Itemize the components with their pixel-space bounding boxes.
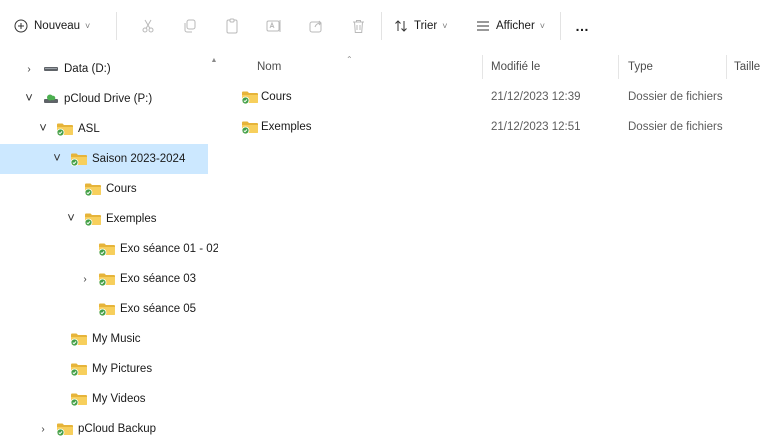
chevron-right-icon[interactable]: › — [37, 424, 49, 435]
nav-item-label: Exo séance 03 — [120, 273, 197, 285]
column-divider[interactable] — [618, 55, 619, 79]
toolbar-divider — [381, 12, 382, 40]
nav-item-label: ASL — [78, 123, 100, 135]
chevron-right-icon[interactable]: › — [79, 274, 91, 285]
file-row[interactable]: Cours 21/12/2023 12:39 Dossier de fichiers — [238, 82, 783, 112]
plus-circle-icon — [14, 19, 28, 33]
cloud-drive-icon — [42, 91, 60, 107]
chevron-down-icon[interactable]: ˅ — [23, 90, 35, 105]
file-name: Cours — [261, 91, 292, 103]
file-row[interactable]: Exemples 21/12/2023 12:51 Dossier de fichi… — [238, 112, 783, 142]
more-options-icon: … — [575, 18, 590, 34]
nav-item[interactable]: My Music — [0, 324, 208, 354]
synced-folder-icon — [70, 391, 88, 407]
synced-folder-icon — [70, 151, 88, 167]
nav-item-label: My Music — [92, 333, 141, 345]
nav-item-label: Data (D:) — [64, 63, 111, 75]
delete-icon[interactable] — [343, 10, 373, 42]
nav-item-label: Exo séance 01 - 02 — [120, 243, 218, 255]
synced-folder-icon — [70, 361, 88, 377]
chevron-down-icon[interactable]: ˅ — [51, 150, 63, 165]
nav-item-label: Cours — [106, 183, 137, 195]
nav-item[interactable]: Exo séance 01 - 02 — [0, 234, 218, 264]
synced-folder-icon — [84, 181, 102, 197]
share-icon[interactable] — [301, 10, 331, 42]
nav-item[interactable]: Exo séance 05 — [0, 294, 208, 324]
chevron-down-icon[interactable]: ˅ — [65, 210, 77, 225]
toolbar-divider — [560, 12, 561, 40]
chevron-down-icon[interactable]: ˅ — [37, 120, 49, 135]
file-modified: 21/12/2023 12:51 — [491, 121, 581, 133]
nav-item[interactable]: ˅ Exemples — [0, 204, 208, 234]
file-modified: 21/12/2023 12:39 — [491, 91, 581, 103]
file-name-cell: Exemples — [241, 112, 312, 142]
synced-folder-icon — [241, 119, 259, 135]
nav-item[interactable]: My Pictures — [0, 354, 208, 384]
sort-button[interactable]: Trier ˅ — [394, 10, 464, 42]
file-name: Exemples — [261, 121, 312, 133]
new-button[interactable]: Nouveau ˅ — [14, 10, 110, 42]
synced-folder-icon — [98, 301, 116, 317]
nav-item[interactable]: › Data (D:) — [0, 54, 208, 84]
file-name-cell: Cours — [241, 82, 292, 112]
synced-folder-icon — [84, 211, 102, 227]
nav-item-label: My Pictures — [92, 363, 153, 375]
nav-item[interactable]: › pCloud Backup — [0, 414, 208, 438]
column-header-name[interactable]: Nom — [257, 52, 281, 82]
nav-item[interactable]: ˅ Saison 2023-2024 — [0, 144, 208, 174]
chevron-right-icon[interactable]: › — [23, 64, 35, 75]
synced-folder-icon — [56, 121, 74, 137]
nav-item[interactable]: ˅ pCloud Drive (P:) — [0, 84, 208, 114]
command-bar: Nouveau ˅ Trier ˅ Afficher ˅ … — [0, 0, 783, 52]
view-lines-icon — [476, 20, 490, 32]
chevron-down-icon: ˅ — [85, 21, 91, 31]
nav-item-label: pCloud Backup — [78, 423, 156, 435]
synced-folder-icon — [70, 331, 88, 347]
nav-item-label: Exemples — [106, 213, 157, 225]
scroll-up-arrow-icon[interactable]: ▲ — [210, 57, 218, 64]
column-header-size[interactable]: Taille — [734, 52, 760, 82]
sort-ascending-icon: ⌃ — [346, 55, 353, 64]
synced-folder-icon — [241, 89, 259, 105]
more-options-button[interactable]: … — [575, 10, 605, 42]
nav-item[interactable]: My Videos — [0, 384, 208, 414]
sort-button-label: Trier — [414, 20, 438, 32]
column-divider[interactable] — [726, 55, 727, 79]
drive-icon — [42, 61, 60, 77]
navigation-scrollbar[interactable]: ▲ — [210, 52, 218, 438]
sort-arrows-icon — [394, 19, 408, 33]
column-divider[interactable] — [482, 55, 483, 79]
nav-item[interactable]: Cours — [0, 174, 208, 204]
file-type: Dossier de fichiers — [628, 91, 723, 103]
cut-icon[interactable] — [133, 10, 163, 42]
synced-folder-icon — [56, 421, 74, 437]
rename-icon[interactable] — [259, 10, 289, 42]
nav-item[interactable]: › Exo séance 03 — [0, 264, 208, 294]
column-header-type[interactable]: Type — [628, 52, 653, 82]
file-list: Nom ⌃ Modifié le Type Taille Cours 21/12/… — [218, 52, 783, 438]
copy-icon[interactable] — [175, 10, 205, 42]
chevron-down-icon: ˅ — [442, 21, 448, 31]
column-header-modified[interactable]: Modifié le — [491, 52, 540, 82]
chevron-down-icon: ˅ — [539, 21, 546, 31]
nav-item-label: Exo séance 05 — [120, 303, 197, 315]
toolbar-divider — [116, 12, 117, 40]
synced-folder-icon — [98, 241, 116, 257]
synced-folder-icon — [98, 271, 116, 287]
view-button[interactable]: Afficher ˅ — [476, 10, 558, 42]
view-button-label: Afficher — [496, 20, 535, 32]
nav-item-label: pCloud Drive (P:) — [64, 93, 153, 105]
file-type: Dossier de fichiers — [628, 121, 723, 133]
nav-item-label: My Videos — [92, 393, 146, 405]
new-button-label: Nouveau — [34, 20, 81, 32]
nav-item[interactable]: ˅ ASL — [0, 114, 208, 144]
nav-item-label: Saison 2023-2024 — [92, 153, 186, 165]
paste-icon[interactable] — [217, 10, 247, 42]
navigation-pane: › Data (D:) ˅ pCloud Drive (P:) ˅ ASL ˅ Saison … — [0, 52, 218, 438]
